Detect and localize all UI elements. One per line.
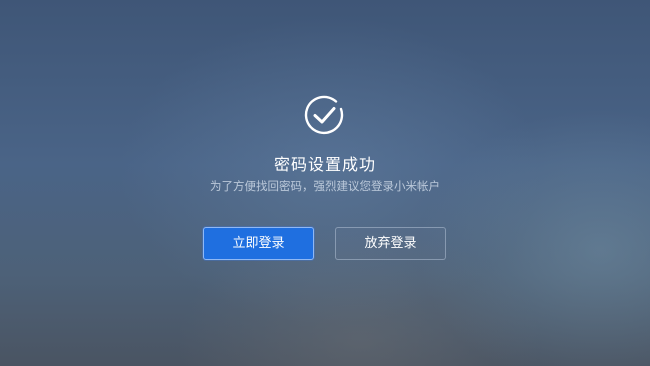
dialog-title: 密码设置成功 <box>273 155 376 174</box>
login-now-button[interactable]: 立即登录 <box>203 227 314 260</box>
password-success-dialog: 密码设置成功 为了方便找回密码，强烈建议您登录小米帐户 立即登录 放弃登录 <box>0 0 650 366</box>
dialog-subtitle: 为了方便找回密码，强烈建议您登录小米帐户 <box>210 179 440 193</box>
skip-login-button[interactable]: 放弃登录 <box>335 227 446 260</box>
check-circle-icon <box>304 95 344 135</box>
